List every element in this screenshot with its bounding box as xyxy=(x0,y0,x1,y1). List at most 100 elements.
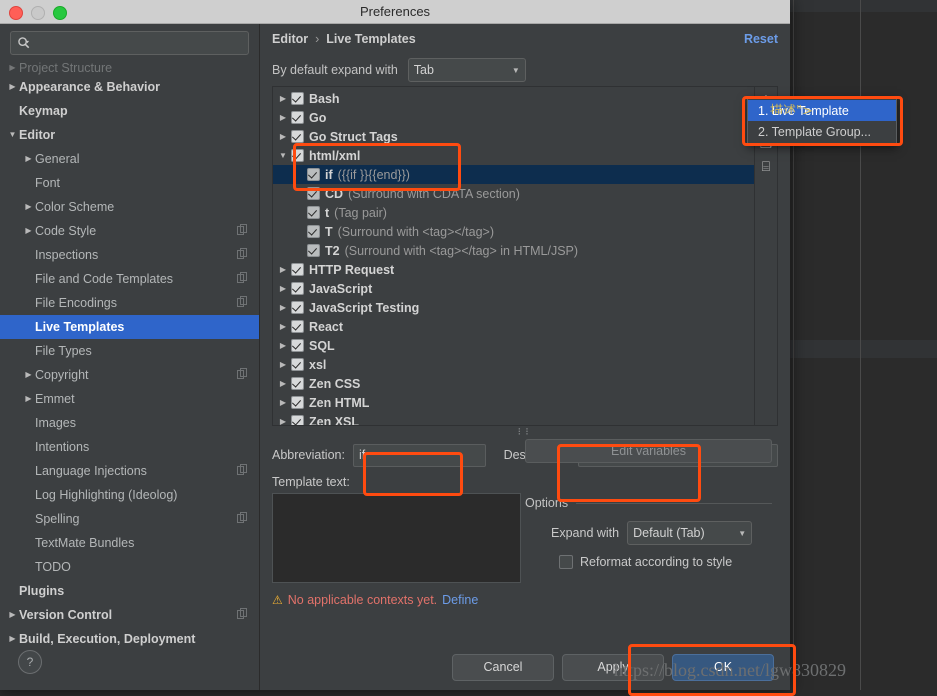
sidebar-item-spelling[interactable]: Spelling xyxy=(0,507,259,531)
chevron-right-icon[interactable]: ▶ xyxy=(275,322,291,331)
minimize-window-button[interactable] xyxy=(31,6,45,20)
sidebar-item-live-templates[interactable]: Live Templates xyxy=(0,315,259,339)
copy-settings-icon[interactable] xyxy=(237,512,247,526)
sidebar-item-version-control[interactable]: ▶Version Control xyxy=(0,603,259,627)
chevron-right-icon[interactable]: ▶ xyxy=(6,635,19,643)
template-tree-row[interactable]: T(Surround with <tag></tag>) xyxy=(273,222,754,241)
sidebar-item-color-scheme[interactable]: ▶Color Scheme xyxy=(0,195,259,219)
cancel-button[interactable]: Cancel xyxy=(452,654,554,681)
template-checkbox[interactable] xyxy=(291,92,304,105)
sidebar-item-file-types[interactable]: File Types xyxy=(0,339,259,363)
reset-link[interactable]: Reset xyxy=(744,32,778,46)
reformat-row[interactable]: Reformat according to style xyxy=(525,555,772,569)
live-templates-tree[interactable]: ▶Bash▶Go▶Go Struct Tags▼html/xmlif({{if … xyxy=(273,87,754,425)
chevron-right-icon[interactable]: ▶ xyxy=(275,303,291,312)
breadcrumb-root[interactable]: Editor xyxy=(272,32,308,46)
sidebar-item-editor[interactable]: ▼Editor xyxy=(0,123,259,147)
template-tree-row[interactable]: ▶xsl xyxy=(273,355,754,374)
template-checkbox[interactable] xyxy=(307,168,320,181)
template-checkbox[interactable] xyxy=(291,111,304,124)
sidebar-item-todo[interactable]: TODO xyxy=(0,555,259,579)
template-text-editor[interactable] xyxy=(272,493,521,583)
template-checkbox[interactable] xyxy=(291,149,304,162)
template-tree-row[interactable]: ▶React xyxy=(273,317,754,336)
copy-settings-icon[interactable] xyxy=(237,368,247,382)
help-button[interactable]: ? xyxy=(18,650,42,674)
default-expand-select[interactable]: Tab ▼ xyxy=(408,58,526,82)
template-checkbox[interactable] xyxy=(291,263,304,276)
zoom-window-button[interactable] xyxy=(53,6,67,20)
sidebar-item-file-encodings[interactable]: File Encodings xyxy=(0,291,259,315)
template-tree-row[interactable]: if({{if }}{{end}}) xyxy=(273,165,754,184)
sidebar-item-keymap[interactable]: Keymap xyxy=(0,99,259,123)
sidebar-item-inspections[interactable]: Inspections xyxy=(0,243,259,267)
template-tree-row[interactable]: ▶Go Struct Tags xyxy=(273,127,754,146)
template-checkbox[interactable] xyxy=(291,396,304,409)
sidebar-item-intentions[interactable]: Intentions xyxy=(0,435,259,459)
chevron-right-icon[interactable]: ▶ xyxy=(22,227,35,235)
chevron-right-icon[interactable]: ▶ xyxy=(22,155,35,163)
template-checkbox[interactable] xyxy=(291,301,304,314)
expand-with-select[interactable]: Default (Tab) ▼ xyxy=(627,521,752,545)
reformat-checkbox[interactable] xyxy=(559,555,573,569)
template-checkbox[interactable] xyxy=(291,377,304,390)
sidebar-item-general[interactable]: ▶General xyxy=(0,147,259,171)
template-tree-row[interactable]: ▶SQL xyxy=(273,336,754,355)
chevron-right-icon[interactable]: ▶ xyxy=(22,395,35,403)
chevron-right-icon[interactable]: ▶ xyxy=(275,284,291,293)
search-input[interactable] xyxy=(31,35,242,51)
template-checkbox[interactable] xyxy=(291,415,304,425)
chevron-right-icon[interactable]: ▶ xyxy=(275,132,291,141)
duplicate-template-button[interactable]: ⌸ xyxy=(762,159,770,173)
copy-settings-icon[interactable] xyxy=(237,608,247,622)
sidebar-item-project-structure[interactable]: ▶ Project Structure xyxy=(0,60,259,75)
sidebar-item-copyright[interactable]: ▶Copyright xyxy=(0,363,259,387)
chevron-down-icon[interactable]: ▼ xyxy=(6,131,19,139)
sidebar-item-images[interactable]: Images xyxy=(0,411,259,435)
chevron-right-icon[interactable]: ▶ xyxy=(275,360,291,369)
template-checkbox[interactable] xyxy=(291,282,304,295)
template-tree-row[interactable]: ▶Zen CSS xyxy=(273,374,754,393)
template-checkbox[interactable] xyxy=(291,130,304,143)
template-checkbox[interactable] xyxy=(307,187,320,200)
sidebar-item-appearance-behavior[interactable]: ▶Appearance & Behavior xyxy=(0,75,259,99)
sidebar-item-file-and-code-templates[interactable]: File and Code Templates xyxy=(0,267,259,291)
chevron-right-icon[interactable]: ▶ xyxy=(275,398,291,407)
copy-settings-icon[interactable] xyxy=(237,272,247,286)
chevron-down-icon[interactable]: ▼ xyxy=(275,151,291,160)
chevron-right-icon[interactable]: ▶ xyxy=(6,83,19,91)
template-tree-row[interactable]: ▶JavaScript xyxy=(273,279,754,298)
copy-settings-icon[interactable] xyxy=(237,464,247,478)
template-tree-row[interactable]: ▼html/xml xyxy=(273,146,754,165)
edit-variables-button[interactable]: Edit variables xyxy=(525,439,772,463)
sidebar-item-textmate-bundles[interactable]: TextMate Bundles xyxy=(0,531,259,555)
close-window-button[interactable] xyxy=(9,6,23,20)
chevron-right-icon[interactable]: ▶ xyxy=(275,341,291,350)
template-tree-row[interactable]: ▶Bash xyxy=(273,89,754,108)
chevron-right-icon[interactable]: ▶ xyxy=(275,94,291,103)
template-tree-row[interactable]: ▶Go xyxy=(273,108,754,127)
panel-splitter[interactable]: ⠇⠇ xyxy=(272,428,778,437)
menu-item-template-group[interactable]: 2. Template Group... xyxy=(748,121,896,142)
chevron-right-icon[interactable]: ▶ xyxy=(22,371,35,379)
template-checkbox[interactable] xyxy=(291,320,304,333)
chevron-right-icon[interactable]: ▶ xyxy=(6,611,19,619)
sidebar-item-build-execution-deployment[interactable]: ▶Build, Execution, Deployment xyxy=(0,627,259,651)
sidebar-item-font[interactable]: Font xyxy=(0,171,259,195)
template-checkbox[interactable] xyxy=(307,244,320,257)
chevron-right-icon[interactable]: ▶ xyxy=(22,203,35,211)
copy-settings-icon[interactable] xyxy=(237,248,247,262)
apply-button[interactable]: Apply xyxy=(562,654,664,681)
copy-settings-icon[interactable] xyxy=(237,224,247,238)
sidebar-item-emmet[interactable]: ▶Emmet xyxy=(0,387,259,411)
copy-settings-icon[interactable] xyxy=(237,296,247,310)
template-checkbox[interactable] xyxy=(291,339,304,352)
template-checkbox[interactable] xyxy=(291,358,304,371)
template-tree-row[interactable]: ▶Zen HTML xyxy=(273,393,754,412)
sidebar-item-language-injections[interactable]: Language Injections xyxy=(0,459,259,483)
template-tree-row[interactable]: CD(Surround with CDATA section) xyxy=(273,184,754,203)
search-box[interactable] xyxy=(10,31,249,55)
template-tree-row[interactable]: ▶HTTP Request xyxy=(273,260,754,279)
chevron-right-icon[interactable]: ▶ xyxy=(275,265,291,274)
template-checkbox[interactable] xyxy=(307,206,320,219)
